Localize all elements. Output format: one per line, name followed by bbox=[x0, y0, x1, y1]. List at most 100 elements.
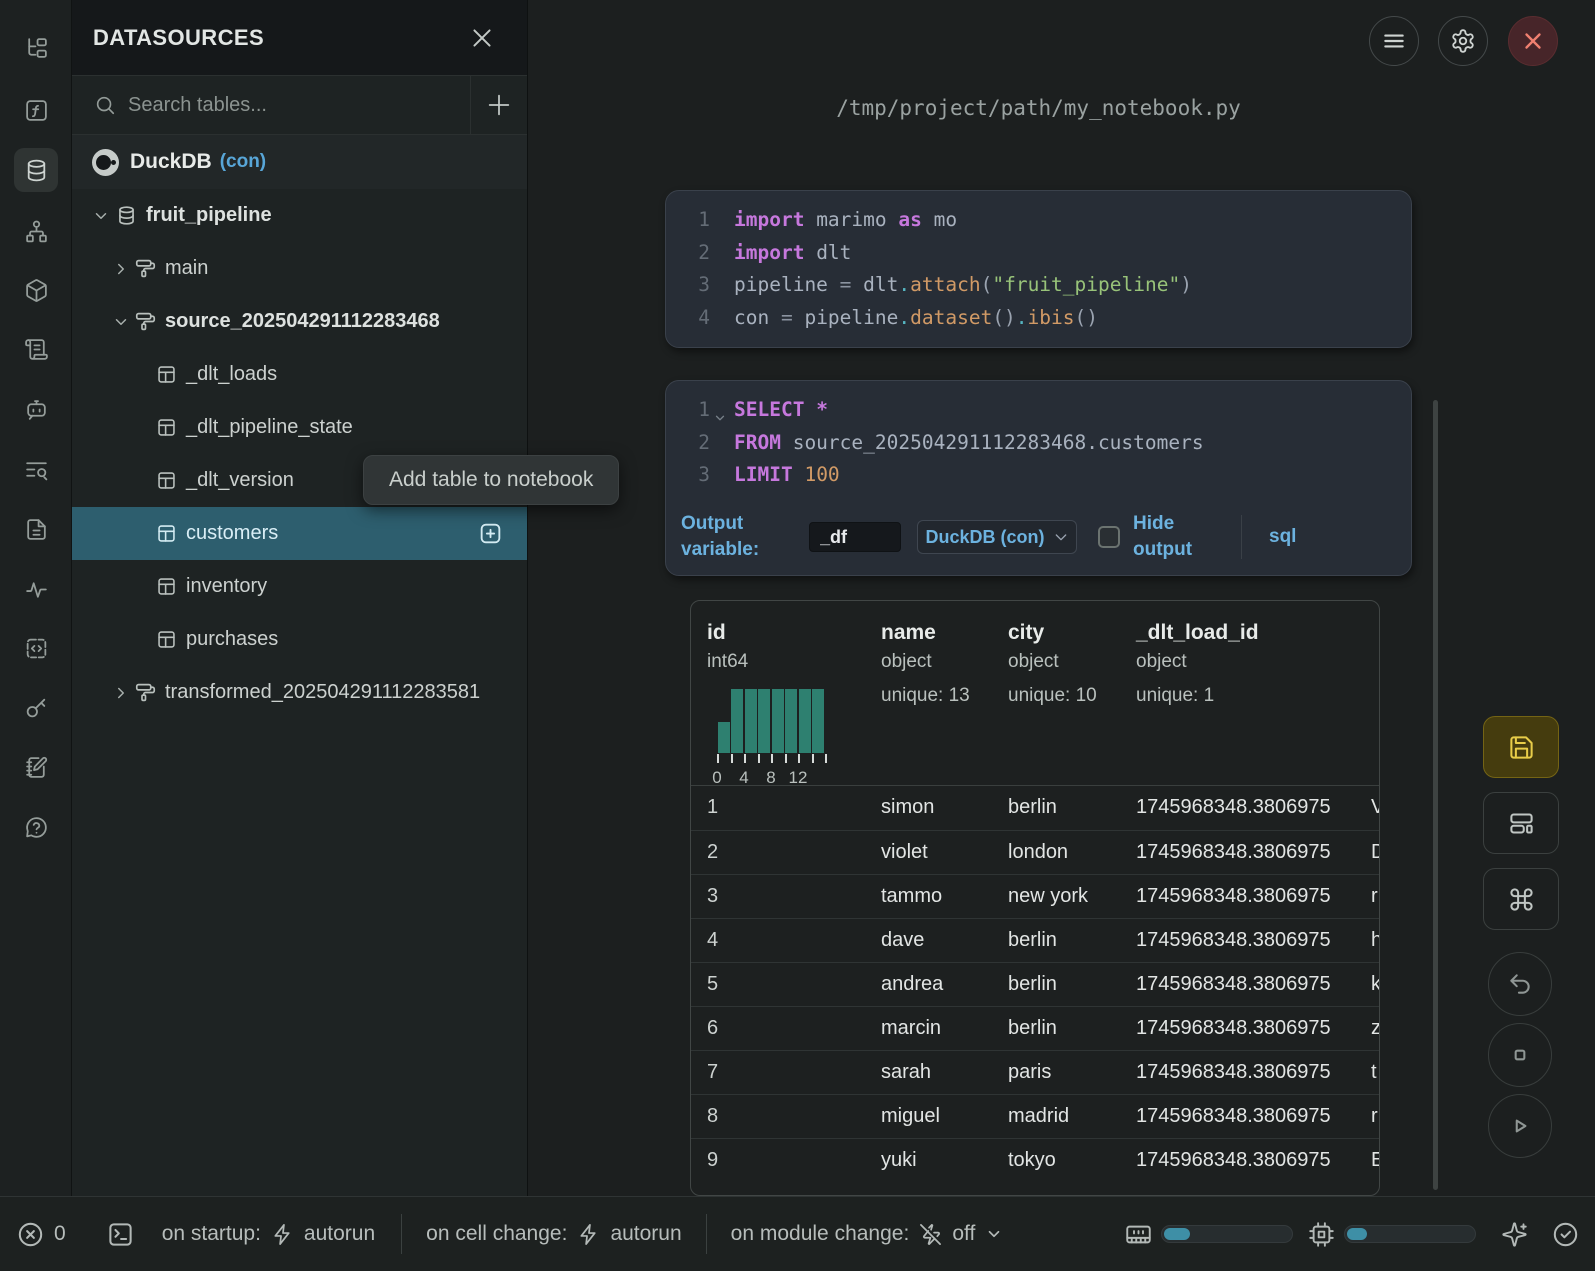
rail-item-snippets[interactable] bbox=[14, 507, 58, 551]
tree-item-_dlt_pipeline_state[interactable]: _dlt_pipeline_state bbox=[72, 401, 527, 454]
search-tables-input[interactable] bbox=[128, 94, 470, 117]
code-line[interactable]: 4con = pipeline.dataset().ibis() bbox=[666, 302, 1411, 335]
line-number: 2 bbox=[666, 427, 710, 460]
add-table-button[interactable] bbox=[478, 521, 503, 546]
tree-item-inventory[interactable]: inventory bbox=[72, 560, 527, 613]
connected-check-icon[interactable] bbox=[1552, 1221, 1579, 1248]
zap-icon bbox=[577, 1223, 600, 1246]
close-app-button[interactable] bbox=[1508, 16, 1558, 66]
rail-item-scratchpad[interactable] bbox=[14, 745, 58, 789]
table-row[interactable]: 8miguelmadrid1745968348.3806975r bbox=[691, 1094, 1379, 1138]
undo-button[interactable] bbox=[1488, 952, 1552, 1016]
histogram-axis: 04812 bbox=[717, 754, 825, 763]
code-line[interactable]: 3pipeline = dlt.attach("fruit_pipeline") bbox=[666, 269, 1411, 302]
rail-item-packages[interactable] bbox=[14, 268, 58, 312]
rail-item-help[interactable] bbox=[14, 805, 58, 849]
stop-button[interactable] bbox=[1488, 1023, 1552, 1087]
chevron-right-icon[interactable] bbox=[112, 260, 130, 278]
table-cell: berlin bbox=[1008, 1007, 1057, 1050]
connection-row-duckdb[interactable]: DuckDB (con) bbox=[72, 135, 527, 189]
tree-item-label: inventory bbox=[186, 575, 267, 598]
code-line[interactable]: 1SELECT * bbox=[666, 394, 1411, 427]
schema-tree: fruit_pipelinemainsource_202504291112283… bbox=[72, 189, 527, 1196]
line-number: 3 bbox=[666, 459, 710, 492]
table-icon bbox=[156, 523, 177, 544]
rail-item-datasources[interactable] bbox=[14, 148, 58, 192]
add-datasource-button[interactable] bbox=[471, 76, 527, 135]
tree-item-source_202504291112283468[interactable]: source_202504291112283468 bbox=[72, 295, 527, 348]
rail-item-functions[interactable] bbox=[14, 88, 58, 132]
tree-item-_dlt_loads[interactable]: _dlt_loads bbox=[72, 348, 527, 401]
table-row[interactable]: 2violetlondon1745968348.3806975D bbox=[691, 830, 1379, 874]
table-icon bbox=[156, 417, 177, 438]
tree-item-main[interactable]: main bbox=[72, 242, 527, 295]
engine-select[interactable]: DuckDB (con) bbox=[917, 520, 1077, 554]
settings-button[interactable] bbox=[1438, 16, 1488, 66]
code-line[interactable]: 3LIMIT 100 bbox=[666, 459, 1411, 492]
chevron-right-icon[interactable] bbox=[112, 684, 130, 702]
tree-item-purchases[interactable]: purchases bbox=[72, 613, 527, 666]
histogram-bar bbox=[785, 689, 797, 753]
activity-icon bbox=[24, 577, 49, 602]
tree-item-transformed_202504291112283581[interactable]: transformed_202504291112283581 bbox=[72, 666, 527, 719]
rail-item-secrets[interactable] bbox=[14, 685, 58, 729]
code-line[interactable]: 1import marimo as mo bbox=[666, 204, 1411, 237]
table-row[interactable]: 4daveberlin1745968348.3806975h bbox=[691, 918, 1379, 962]
fold-chevron-icon[interactable] bbox=[713, 403, 727, 417]
table-cell: 7 bbox=[707, 1051, 718, 1094]
run-button[interactable] bbox=[1488, 1094, 1552, 1158]
search-row bbox=[72, 76, 527, 135]
table-cell: r bbox=[1371, 875, 1378, 918]
chevron-down-icon bbox=[1053, 529, 1069, 545]
rail-item-dependency-graph[interactable] bbox=[14, 209, 58, 253]
functions-icon bbox=[24, 98, 49, 123]
schema-icon bbox=[135, 311, 156, 332]
table-row[interactable]: 1simonberlin1745968348.3806975V bbox=[691, 786, 1379, 830]
table-row[interactable]: 5andreaberlin1745968348.3806975k bbox=[691, 962, 1379, 1006]
table-row[interactable]: 9yukitokyo1745968348.3806975E bbox=[691, 1138, 1379, 1182]
table-cell: 5 bbox=[707, 963, 718, 1006]
rail-item-activity[interactable] bbox=[14, 567, 58, 611]
table-row[interactable]: 6marcinberlin1745968348.3806975z bbox=[691, 1006, 1379, 1050]
rail-item-logs-search[interactable] bbox=[14, 447, 58, 491]
menu-button[interactable] bbox=[1369, 16, 1419, 66]
status-item[interactable]: on module change: off bbox=[731, 1222, 1004, 1246]
close-panel-icon[interactable] bbox=[469, 25, 495, 51]
table-cell: marcin bbox=[881, 1007, 941, 1050]
rail-item-ai-chat[interactable] bbox=[14, 387, 58, 431]
table-row[interactable]: 3tammonew york1745968348.3806975r bbox=[691, 874, 1379, 918]
errors-icon[interactable] bbox=[17, 1221, 44, 1248]
ai-sparkles-icon[interactable] bbox=[1501, 1221, 1528, 1248]
connection-alias: (con) bbox=[220, 151, 266, 173]
layout-button[interactable] bbox=[1483, 792, 1559, 854]
status-item[interactable]: on startup: autorun bbox=[162, 1222, 375, 1246]
logs-search-icon bbox=[24, 457, 49, 482]
code-line[interactable]: 2import dlt bbox=[666, 237, 1411, 270]
code-line[interactable]: 2FROM source_202504291112283468.customer… bbox=[666, 427, 1411, 460]
table-cell: 8 bbox=[707, 1095, 718, 1138]
cpu-usage-bar bbox=[1344, 1225, 1476, 1243]
rail-item-documentation[interactable] bbox=[14, 327, 58, 371]
packages-icon bbox=[24, 278, 49, 303]
chevron-down-icon[interactable] bbox=[112, 313, 130, 331]
rail-item-file-explorer[interactable] bbox=[14, 26, 58, 70]
status-item[interactable]: on cell change: autorun bbox=[426, 1222, 682, 1246]
histogram-bar bbox=[799, 689, 811, 753]
table-cell: tammo bbox=[881, 875, 942, 918]
table-row[interactable]: 7sarahparis1745968348.3806975t bbox=[691, 1050, 1379, 1094]
rail-item-code-cells[interactable] bbox=[14, 626, 58, 670]
table-icon bbox=[156, 629, 177, 650]
output-variable-input[interactable] bbox=[809, 522, 901, 552]
code-cell-python[interactable]: 1import marimo as mo2import dlt3pipeline… bbox=[665, 190, 1412, 348]
tree-item-fruit_pipeline[interactable]: fruit_pipeline bbox=[72, 189, 527, 242]
histogram-bar bbox=[718, 722, 730, 753]
hide-output-checkbox[interactable] bbox=[1098, 526, 1120, 548]
notebook-scrollbar[interactable] bbox=[1433, 400, 1438, 1190]
chevron-down-icon[interactable] bbox=[92, 207, 110, 225]
save-button[interactable] bbox=[1483, 716, 1559, 778]
tree-item-customers[interactable]: customers bbox=[72, 507, 527, 560]
tree-item-label: fruit_pipeline bbox=[146, 204, 272, 227]
terminal-icon[interactable] bbox=[107, 1221, 134, 1248]
command-palette-button[interactable] bbox=[1483, 868, 1559, 930]
code-cell-sql[interactable]: 1SELECT *2FROM source_202504291112283468… bbox=[665, 380, 1412, 576]
